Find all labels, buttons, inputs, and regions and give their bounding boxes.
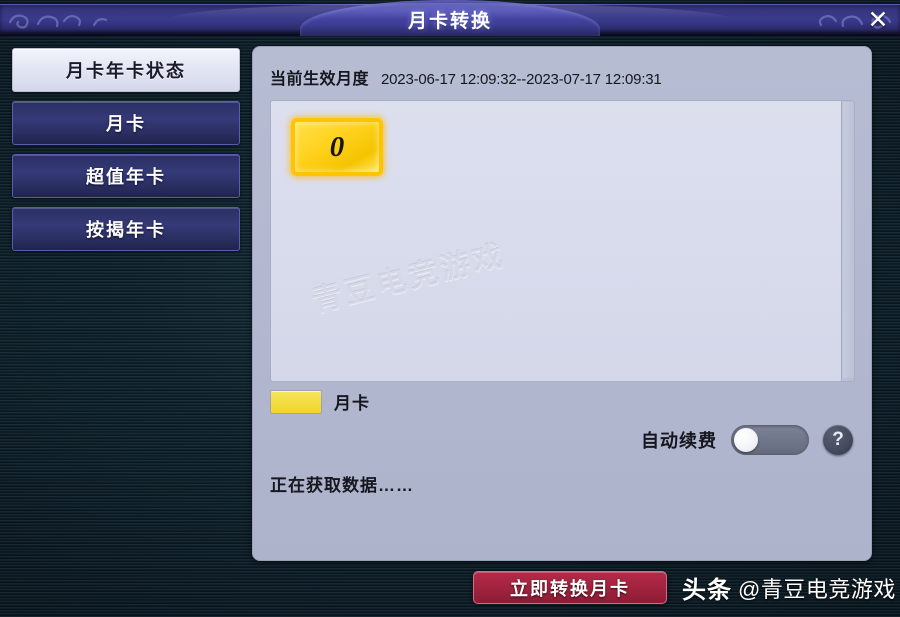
legend-label: 月卡 [334, 394, 370, 413]
watermark-handle: @青豆电竞游戏 [738, 576, 896, 602]
watermark-diagonal: 青豆电竞游戏 [308, 238, 509, 319]
auto-renew-label: 自动续费 [641, 431, 717, 451]
card-list-area: 青豆电竞游戏 0 [270, 100, 855, 382]
current-period-value: 2023-06-17 12:09:32--2023-07-17 12:09:31 [381, 71, 662, 88]
auto-renew-row: 自动续费 ? [641, 425, 853, 455]
watermark-corner: 头条 @青豆电竞游戏 [682, 570, 896, 605]
sidebar-item-label: 月卡年卡状态 [66, 61, 186, 81]
content-panel: 当前生效月度 2023-06-17 12:09:32--2023-07-17 1… [252, 46, 872, 561]
current-period-label: 当前生效月度 [270, 71, 370, 88]
game-screen: 月卡转换 ✕ 月卡年卡状态 月卡 超值年卡 按揭年卡 当前生效月度 2023-0… [0, 0, 900, 617]
convert-now-button[interactable]: 立即转换月卡 [473, 571, 667, 604]
sidebar-item-card-status[interactable]: 月卡年卡状态 [12, 48, 240, 92]
card-item-monthly[interactable]: 0 [291, 118, 383, 176]
status-text: 正在获取数据…… [270, 476, 414, 495]
close-icon[interactable]: ✕ [862, 5, 894, 35]
current-period-row: 当前生效月度 2023-06-17 12:09:32--2023-07-17 1… [270, 65, 662, 89]
window-title: 月卡转换 [407, 11, 492, 32]
watermark-brand: 头条 [682, 577, 732, 604]
sidebar-item-value-annual-card[interactable]: 超值年卡 [12, 154, 240, 198]
sidebar-item-label: 月卡 [106, 114, 146, 134]
sidebar-item-label: 超值年卡 [86, 167, 166, 187]
help-icon[interactable]: ? [823, 425, 853, 455]
card-list-scroll-thumb[interactable] [843, 102, 854, 378]
legend-color-swatch [270, 389, 322, 414]
legend-row: 月卡 [270, 389, 370, 414]
sidebar-item-label: 按揭年卡 [86, 220, 166, 240]
window-titlebar: 月卡转换 ✕ [0, 0, 900, 40]
sidebar-item-installment-annual-card[interactable]: 按揭年卡 [12, 207, 240, 251]
convert-now-label: 立即转换月卡 [510, 578, 630, 599]
auto-renew-toggle[interactable] [731, 425, 809, 455]
auto-renew-toggle-knob [734, 428, 758, 452]
sidebar: 月卡年卡状态 月卡 超值年卡 按揭年卡 [12, 48, 240, 260]
card-item-count: 0 [329, 130, 345, 163]
card-list-scrollbar[interactable] [841, 101, 854, 381]
sidebar-item-monthly-card[interactable]: 月卡 [12, 101, 240, 145]
